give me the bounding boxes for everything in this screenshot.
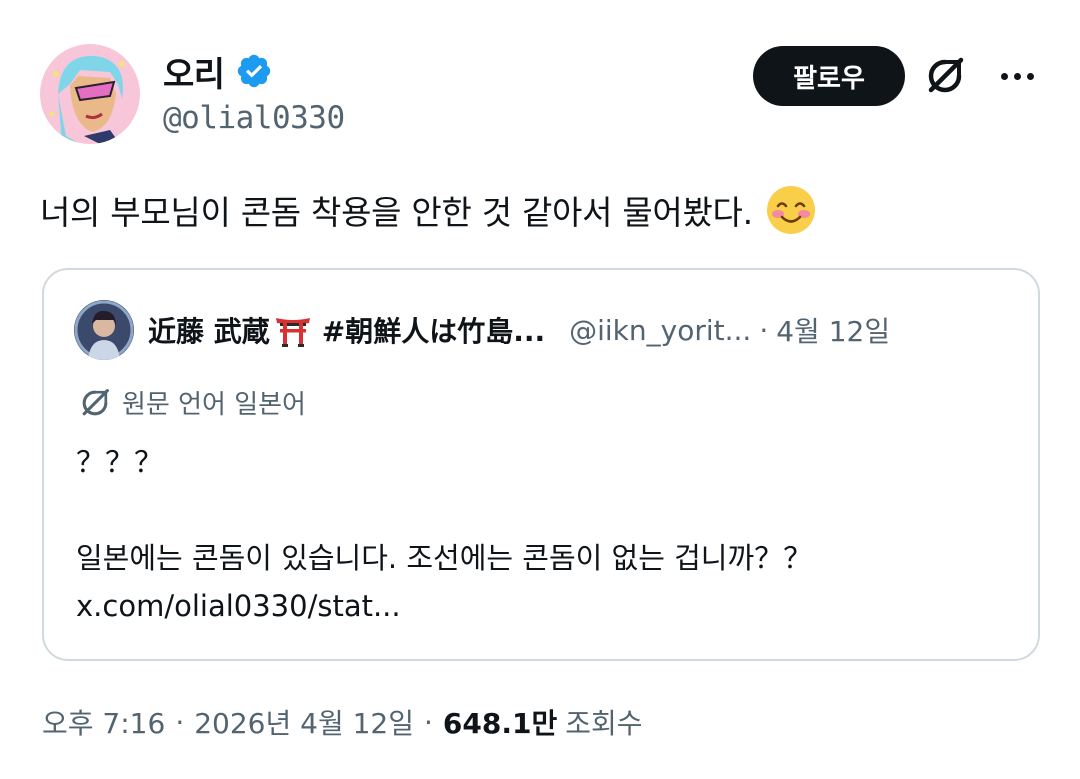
grok-icon bbox=[82, 388, 109, 415]
tweet-meta: 오후 7:16 · 2026년 4월 12일 · 648.1만 조회수 bbox=[42, 702, 643, 742]
meta-separator: · bbox=[175, 705, 185, 739]
quoted-tweet-card[interactable]: 近藤 武蔵 #朝鮮人は竹島... @iikn_yorit... · 4월 12일… bbox=[42, 268, 1040, 661]
smiling-face-emoji bbox=[766, 186, 815, 234]
grok-icon[interactable] bbox=[923, 54, 967, 98]
quote-header: 近藤 武蔵 #朝鮮人は竹島... @iikn_yorit... · 4월 12일 bbox=[74, 300, 890, 360]
quote-date[interactable]: 4월 12일 bbox=[776, 310, 890, 350]
author-avatar[interactable] bbox=[40, 44, 140, 144]
views-label: 조회수 bbox=[565, 707, 643, 740]
translate-label: 원문 언어 일본어 bbox=[122, 390, 306, 420]
tweet-text: 너의 부모님이 콘돔 착용을 안한 것 같아서 물어봤다. bbox=[40, 184, 817, 236]
torii-gate-emoji bbox=[275, 318, 310, 347]
quote-author-name[interactable]: 近藤 武蔵 bbox=[148, 310, 270, 350]
meta-separator: · bbox=[424, 705, 433, 739]
translate-post-link[interactable]: 원문 언어 일본어 bbox=[78, 384, 306, 421]
tweet-header: 오리 @olial0330 팔로우 bbox=[40, 44, 1050, 148]
verified-badge-icon bbox=[237, 54, 270, 88]
tweet-date[interactable]: 2026년 4월 12일 bbox=[194, 702, 414, 742]
quote-author-avatar[interactable] bbox=[74, 300, 134, 360]
more-icon[interactable] bbox=[995, 58, 1039, 94]
quote-body: ？？？ 일본에는 콘돔이 있습니다. 조선에는 콘돔이 없는 겁니까？？ x.c… bbox=[76, 445, 813, 623]
quote-separator: · bbox=[759, 313, 769, 347]
author-display-name[interactable]: 오리 bbox=[163, 47, 225, 96]
tweet-time[interactable]: 오후 7:16 bbox=[42, 702, 165, 742]
quote-author-handle[interactable]: @iikn_yorit... bbox=[569, 314, 751, 347]
tweet-body: 너의 부모님이 콘돔 착용을 안한 것 같아서 물어봤다. bbox=[40, 193, 753, 232]
follow-button[interactable]: 팔로우 bbox=[753, 46, 905, 106]
quote-author-hashtag[interactable]: #朝鮮人は竹島... bbox=[322, 310, 545, 350]
author-handle[interactable]: @olial0330 bbox=[163, 100, 345, 136]
views-count[interactable]: 648.1만 bbox=[443, 702, 557, 742]
